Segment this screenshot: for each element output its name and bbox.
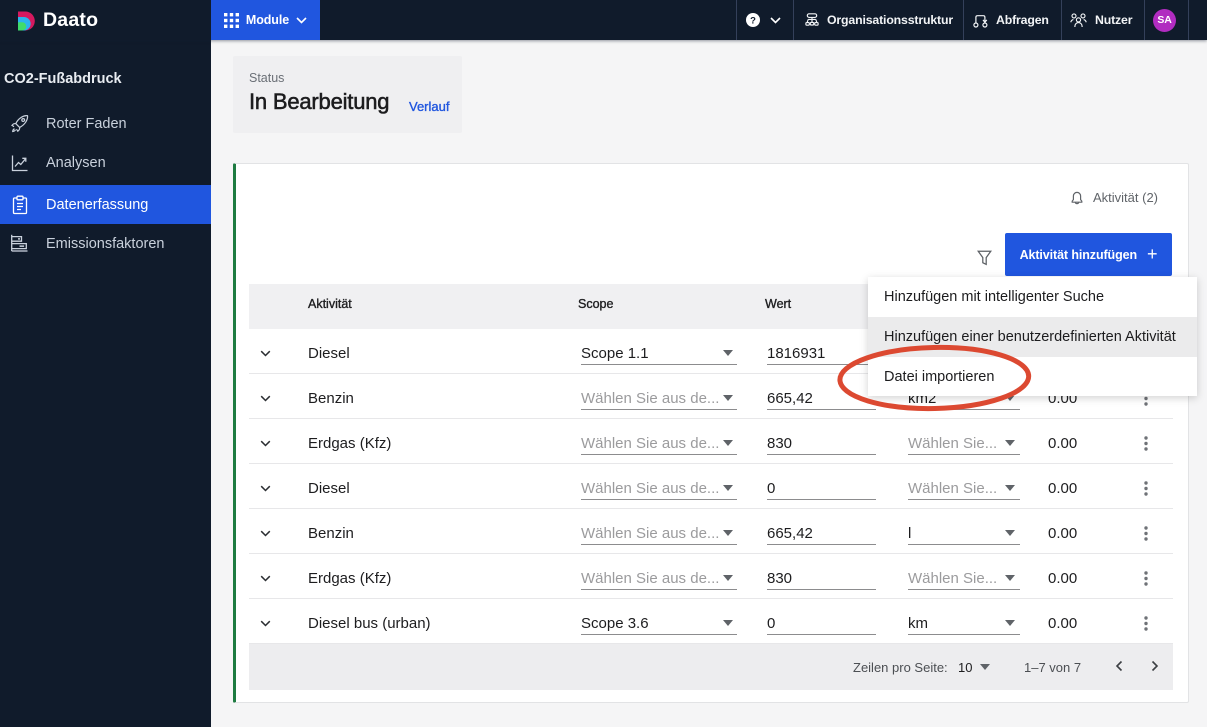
svg-text:?: ? (750, 16, 756, 27)
